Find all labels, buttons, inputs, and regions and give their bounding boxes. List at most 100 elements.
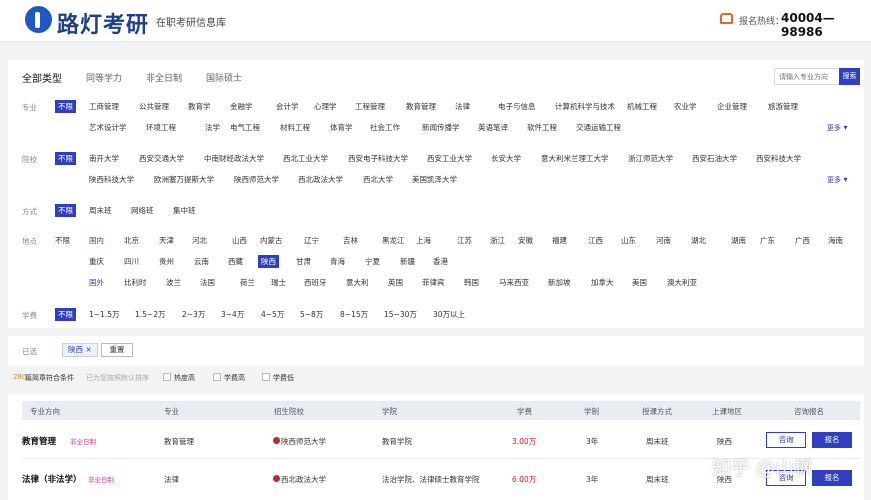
domestic-option[interactable]: 辽宁 [304,234,319,247]
major-option[interactable]: 电气工程 [230,121,260,134]
sort-checkbox-popular[interactable] [163,373,171,381]
domestic-option[interactable]: 河南 [656,234,671,247]
domestic-option[interactable]: 甘肃 [296,255,311,268]
major-option[interactable]: 英语笔译 [478,121,508,134]
reset-button[interactable]: 重置 [101,343,133,357]
major-option[interactable]: 法律 [455,100,470,113]
sort-checkbox-fee-high[interactable] [213,373,221,381]
domestic-option[interactable]: 浙江 [490,234,505,247]
foreign-option[interactable]: 英国 [388,276,403,289]
school-option[interactable]: 西北政法大学 [298,173,343,186]
foreign-option[interactable]: 荷兰 [240,276,255,289]
domestic-option[interactable]: 广西 [795,234,810,247]
major-option[interactable]: 环境工程 [146,121,176,134]
school-option[interactable]: 不限 [55,152,76,165]
domestic-option[interactable]: 吉林 [343,234,358,247]
domestic-option[interactable]: 贵州 [159,255,174,268]
school-option[interactable]: 西安石油大学 [692,152,737,165]
fee-option[interactable]: 1.5~2万 [135,308,165,321]
consult-button[interactable]: 咨询 [766,432,806,448]
major-option[interactable]: 旅游管理 [768,100,798,113]
domestic-option[interactable]: 江西 [588,234,603,247]
major-option[interactable]: 教育学 [188,100,211,113]
domestic-option[interactable]: 上海 [416,234,431,247]
fee-option[interactable]: 不限 [55,308,76,321]
school-option[interactable]: 西安交通大学 [139,152,184,165]
school-option[interactable]: 西安电子科技大学 [348,152,408,165]
major-option[interactable]: 材料工程 [280,121,310,134]
school-option[interactable]: 西安科技大学 [756,152,801,165]
domestic-option[interactable]: 内蒙古 [260,234,283,247]
school-option[interactable]: 西北大学 [363,173,393,186]
fee-option[interactable]: 5~8万 [300,308,323,321]
major-option[interactable]: 心理学 [314,100,337,113]
major-option[interactable]: 电子与信息 [498,100,536,113]
fee-option[interactable]: 2~3万 [182,308,205,321]
foreign-option[interactable]: 美国 [632,276,647,289]
major-option[interactable]: 工商管理 [89,100,119,113]
major-option[interactable]: 计算机科学与技术 [555,100,615,113]
domestic-option[interactable]: 新疆 [400,255,415,268]
major-option[interactable]: 会计学 [276,100,299,113]
foreign-option[interactable]: 马来西亚 [499,276,529,289]
domestic-option[interactable]: 宁夏 [365,255,380,268]
domestic-option[interactable]: 安徽 [518,234,533,247]
domestic-option[interactable]: 海南 [828,234,843,247]
foreign-option[interactable]: 澳大利亚 [667,276,697,289]
foreign-option[interactable]: 菲律宾 [422,276,445,289]
domestic-option[interactable]: 云南 [194,255,209,268]
tab-all-types[interactable]: 全部类型 [22,70,62,85]
major-option[interactable]: 企业管理 [717,100,747,113]
domestic-option[interactable]: 四川 [124,255,139,268]
row-direction[interactable]: 法律（非法学） [22,473,82,485]
school-option[interactable]: 西安工业大学 [427,152,472,165]
logo-icon[interactable] [25,6,52,33]
foreign-option[interactable]: 韩国 [464,276,479,289]
mode-option[interactable]: 不限 [55,204,76,217]
apply-button[interactable]: 报名 [812,470,852,486]
major-option[interactable]: 不限 [55,100,76,113]
domestic-option[interactable]: 天津 [159,234,174,247]
tab-international[interactable]: 国际硕士 [206,71,242,84]
foreign-option[interactable]: 西班牙 [304,276,327,289]
domestic-option[interactable]: 山东 [621,234,636,247]
major-more-button[interactable]: 更多 [827,123,848,133]
school-option[interactable]: 陕西科技大学 [89,173,134,186]
major-option[interactable]: 软件工程 [527,121,557,134]
school-more-button[interactable]: 更多 [827,175,848,185]
location-domestic-label[interactable]: 国内 [89,234,104,247]
fee-option[interactable]: 8~15万 [340,308,368,321]
domestic-option[interactable]: 黑龙江 [382,234,405,247]
major-option[interactable]: 法学 [205,121,220,134]
school-option[interactable]: 美国凯泽大学 [412,173,457,186]
school-option[interactable]: 南开大学 [89,152,119,165]
mode-option[interactable]: 周末班 [89,204,112,217]
row-school[interactable]: 陕西师范大学 [281,436,326,447]
major-option[interactable]: 公共管理 [139,100,169,113]
mode-option[interactable]: 网络班 [131,204,154,217]
row-school[interactable]: 西北政法大学 [281,474,326,485]
mode-option[interactable]: 集中班 [173,204,196,217]
major-option[interactable]: 工程管理 [355,100,385,113]
domestic-option[interactable]: 西藏 [228,255,243,268]
school-option[interactable]: 意大利米兰理工大学 [541,152,609,165]
school-option[interactable]: 浙江师范大学 [628,152,673,165]
school-option[interactable]: 陕西师范大学 [234,173,279,186]
foreign-option[interactable]: 波兰 [166,276,181,289]
foreign-option[interactable]: 瑞士 [271,276,286,289]
domestic-option[interactable]: 江苏 [457,234,472,247]
tab-equivalent[interactable]: 同等学力 [86,71,122,84]
search-input[interactable] [774,68,840,85]
domestic-option[interactable]: 青海 [330,255,345,268]
foreign-option[interactable]: 意大利 [346,276,369,289]
domestic-option[interactable]: 湖北 [691,234,706,247]
domestic-option[interactable]: 北京 [124,234,139,247]
foreign-option[interactable]: 新加坡 [548,276,571,289]
major-option[interactable]: 机械工程 [627,100,657,113]
domestic-option[interactable]: 陕西 [258,255,279,268]
domestic-option[interactable]: 香港 [433,255,448,268]
major-option[interactable]: 教育管理 [406,100,436,113]
location-foreign-label[interactable]: 国外 [89,276,104,289]
major-option[interactable]: 交通运输工程 [576,121,621,134]
major-option[interactable]: 体育学 [330,121,353,134]
